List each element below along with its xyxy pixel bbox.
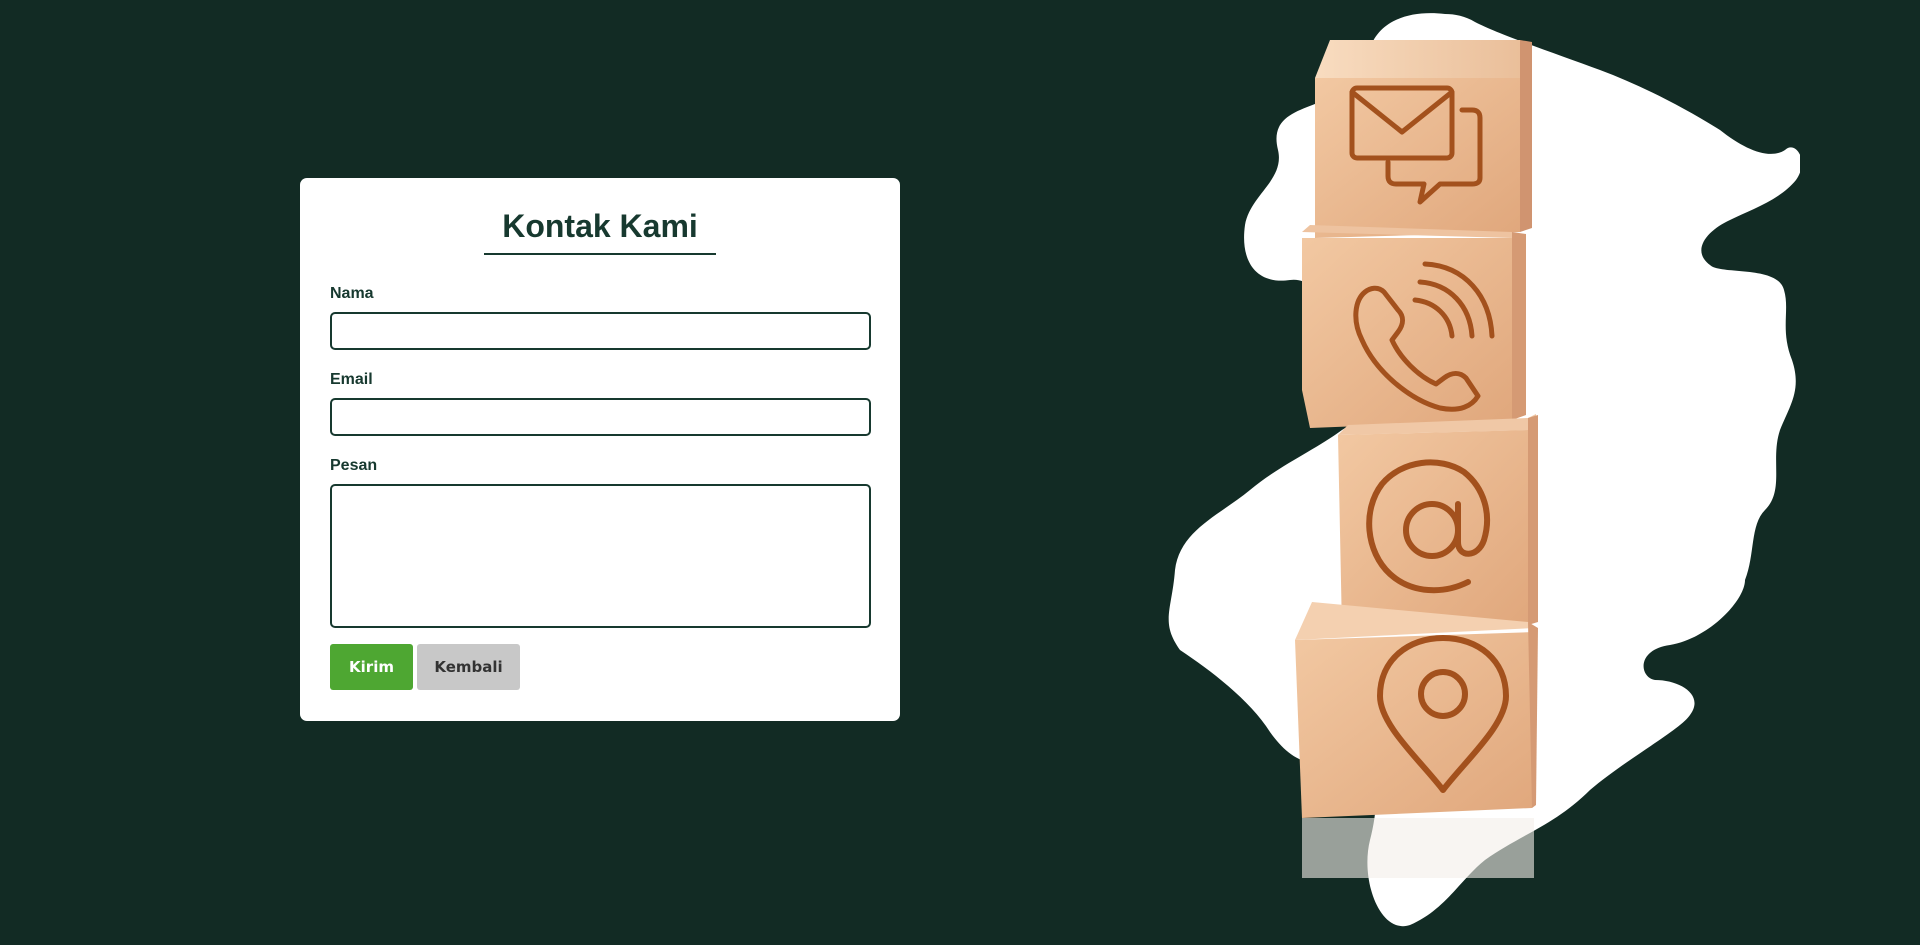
message-label: Pesan	[330, 457, 378, 474]
form-actions: Kirim Kembali	[330, 644, 870, 690]
at-sign-block	[1338, 414, 1538, 630]
message-field[interactable]	[330, 484, 871, 628]
phone-block	[1302, 225, 1526, 428]
back-button[interactable]: Kembali	[417, 644, 520, 690]
email-label: Email	[330, 371, 373, 388]
name-field[interactable]	[330, 312, 871, 350]
title-wrap: Kontak Kami	[330, 208, 870, 255]
envelope-block	[1315, 40, 1532, 238]
page-title: Kontak Kami	[484, 208, 716, 255]
contact-form-card: Kontak Kami Nama Email Pesan Kirim Kemba…	[300, 178, 900, 721]
name-label: Nama	[330, 285, 374, 302]
submit-button[interactable]: Kirim	[330, 644, 413, 690]
contact-blocks-illustration	[1168, 13, 1800, 927]
contact-page: Kontak Kami Nama Email Pesan Kirim Kemba…	[0, 0, 1920, 945]
block-reflection	[1302, 818, 1534, 878]
email-field[interactable]	[330, 398, 871, 436]
